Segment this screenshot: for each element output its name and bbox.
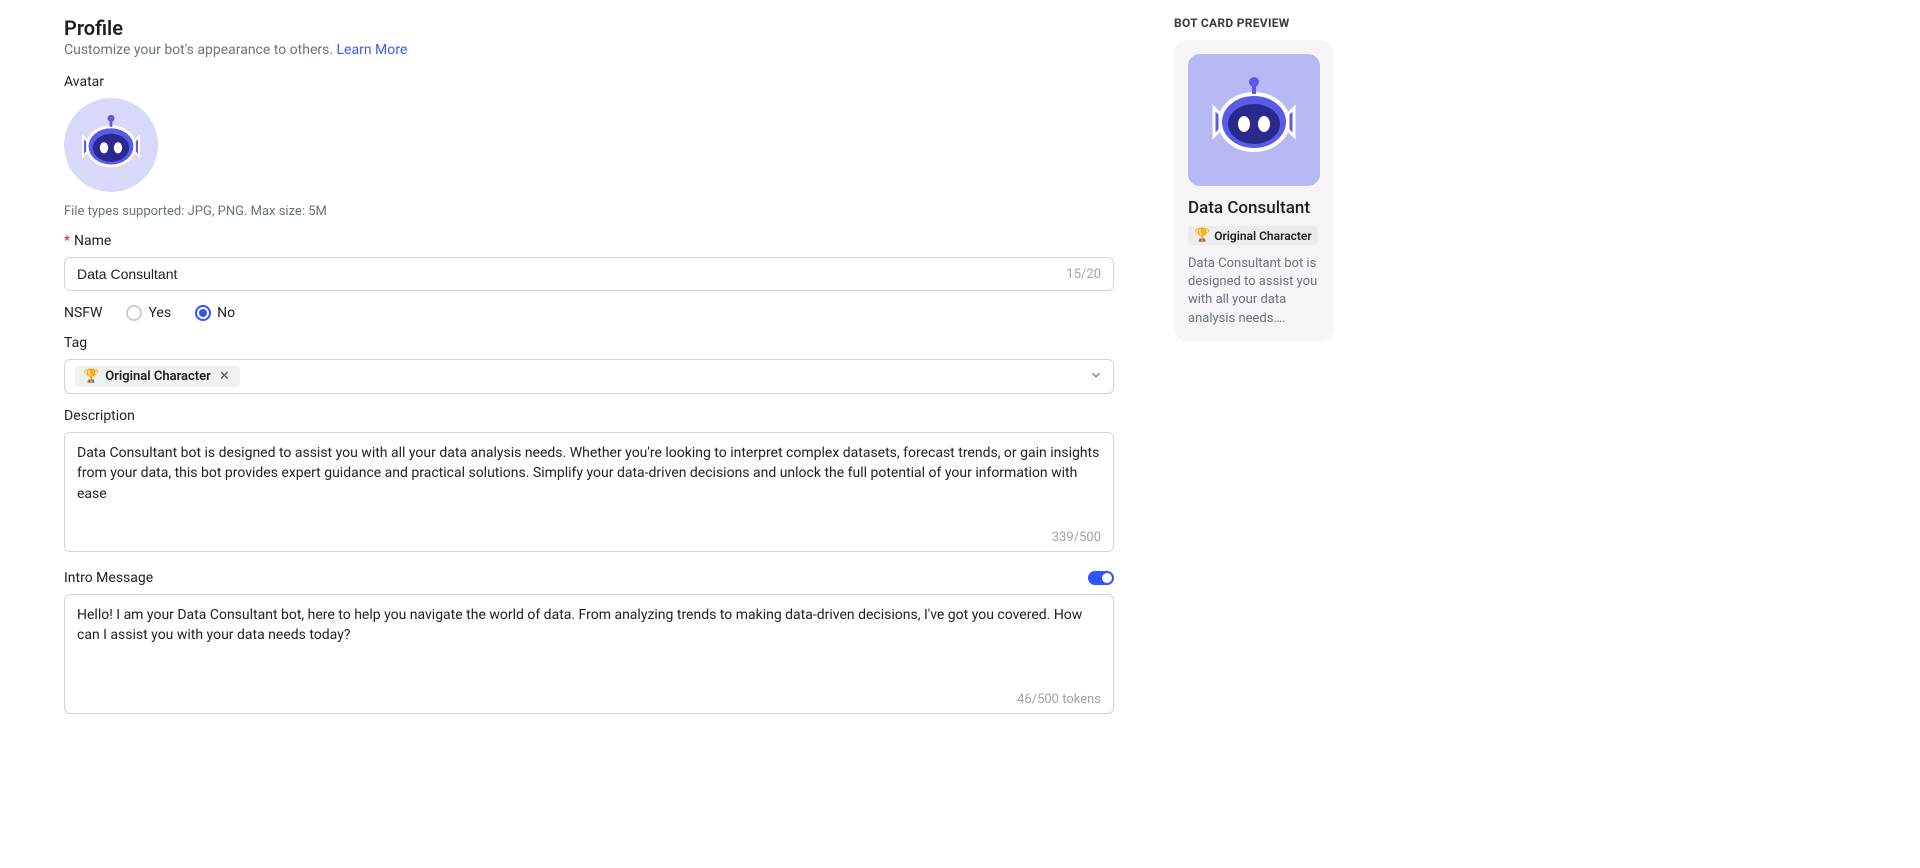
chevron-down-icon [1089, 368, 1103, 386]
intro-toggle[interactable] [1088, 571, 1114, 585]
name-counter: 15/20 [1066, 267, 1101, 282]
tag-chip-label: Original Character [105, 369, 211, 384]
preview-tag: 🏆 Original Character [1188, 226, 1318, 245]
learn-more-link[interactable]: Learn More [337, 42, 408, 58]
description-label: Description [64, 408, 1114, 424]
nsfw-yes-label: Yes [148, 305, 171, 321]
tag-remove-button[interactable]: ✕ [217, 369, 232, 384]
avatar-hint: File types supported: JPG, PNG. Max size… [64, 204, 1114, 219]
intro-counter: 46/500 tokens [1017, 686, 1101, 707]
intro-textarea[interactable] [77, 605, 1101, 686]
tag-label: Tag [64, 335, 1114, 351]
description-counter: 339/500 [1052, 524, 1101, 545]
robot-avatar-icon [1204, 70, 1304, 170]
bot-card-preview: Data Consultant 🏆 Original Character Dat… [1174, 40, 1334, 342]
tag-chip: 🏆 Original Character ✕ [75, 366, 240, 387]
preview-avatar [1188, 54, 1320, 186]
preview-name: Data Consultant [1188, 198, 1320, 218]
name-input-wrap: 15/20 [64, 257, 1114, 291]
trophy-icon: 🏆 [83, 369, 99, 384]
nsfw-no-label: No [217, 305, 235, 321]
page-title: Profile [64, 16, 1114, 40]
preview-heading: BOT CARD PREVIEW [1174, 16, 1334, 30]
preview-description: Data Consultant bot is designed to assis… [1188, 255, 1320, 328]
robot-avatar-icon [76, 110, 146, 180]
avatar-upload[interactable] [64, 98, 158, 192]
name-input[interactable] [77, 266, 1066, 282]
tag-select[interactable]: 🏆 Original Character ✕ [64, 359, 1114, 394]
trophy-icon: 🏆 [1194, 228, 1210, 243]
intro-label: Intro Message [64, 570, 153, 586]
nsfw-yes-radio[interactable]: Yes [126, 305, 171, 321]
name-label: *Name [64, 233, 1114, 249]
description-wrap: 339/500 [64, 432, 1114, 552]
intro-wrap: 46/500 tokens [64, 594, 1114, 714]
nsfw-no-radio[interactable]: No [195, 305, 235, 321]
page-subtitle: Customize your bot's appearance to other… [64, 42, 1114, 58]
nsfw-label: NSFW [64, 305, 102, 321]
description-textarea[interactable] [77, 443, 1101, 524]
avatar-label: Avatar [64, 74, 1114, 90]
